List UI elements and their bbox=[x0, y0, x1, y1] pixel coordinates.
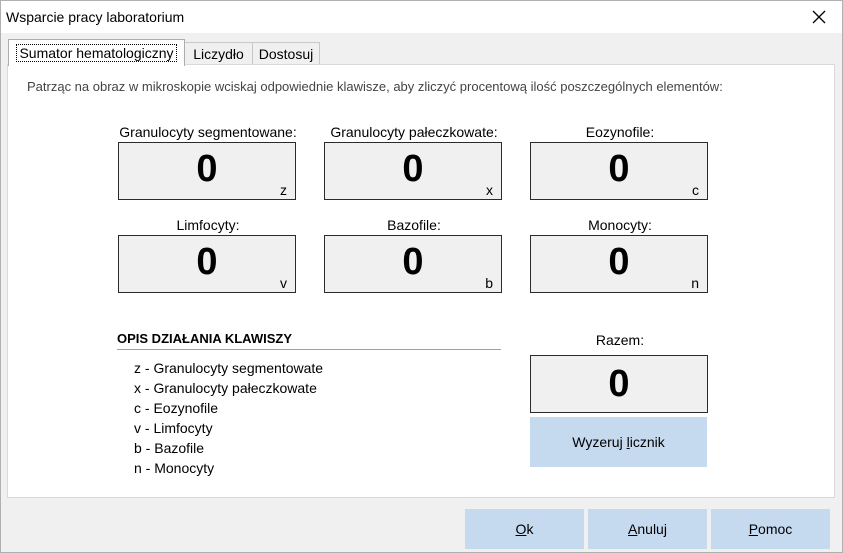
ok-button[interactable]: Ok bbox=[465, 509, 584, 549]
counter-value: 0 bbox=[608, 241, 630, 283]
counter-label-granulocyty-paleczkowate: Granulocyty pałeczkowate: bbox=[330, 124, 498, 140]
counter-key: x bbox=[486, 182, 493, 198]
total-label: Razem: bbox=[595, 332, 645, 348]
close-icon bbox=[812, 10, 826, 24]
legend-list: z - Granulocyty segmentowate x - Granulo… bbox=[134, 358, 323, 478]
counter-value: 0 bbox=[608, 148, 630, 190]
dialog-window: Wsparcie pracy laboratorium Sumator hema… bbox=[0, 0, 843, 553]
tab-label: Dostosuj bbox=[258, 45, 314, 62]
button-label: Wyzeruj bbox=[572, 434, 627, 450]
counter-key: v bbox=[280, 275, 287, 291]
counter-value: 0 bbox=[402, 241, 424, 283]
counter-key: z bbox=[280, 182, 287, 198]
button-label-accesskey: P bbox=[748, 521, 759, 537]
counter-label-monocyty: Monocyty: bbox=[588, 217, 652, 233]
legend-item: c - Eozynofile bbox=[134, 400, 219, 416]
cancel-button[interactable]: Anuluj bbox=[588, 509, 707, 549]
legend-item: z - Granulocyty segmentowate bbox=[134, 360, 324, 376]
counter-granulocyty-paleczkowate: 0 x bbox=[324, 142, 502, 200]
total-counter: 0 bbox=[530, 355, 708, 413]
title-bar: Wsparcie pracy laboratorium bbox=[1, 1, 842, 33]
counter-value: 0 bbox=[196, 148, 218, 190]
tab-dostosuj[interactable]: Dostosuj bbox=[252, 42, 320, 64]
button-label: omoc bbox=[758, 521, 793, 537]
counter-value: 0 bbox=[402, 148, 424, 190]
tab-liczydlo[interactable]: Liczydło bbox=[184, 42, 253, 64]
total-value: 0 bbox=[608, 363, 630, 405]
counter-label-limfocyty: Limfocyty: bbox=[176, 217, 240, 233]
button-label: nuluj bbox=[637, 521, 667, 537]
legend-item: n - Monocyty bbox=[134, 460, 215, 476]
reset-counter-button[interactable]: Wyzeruj licznik bbox=[530, 417, 707, 467]
tab-sumator-hematologiczny[interactable]: Sumator hematologiczny bbox=[8, 39, 185, 66]
legend-item: x - Granulocyty pałeczkowate bbox=[134, 380, 317, 396]
button-label: icznik bbox=[629, 434, 665, 450]
tab-panel-sumator: Patrząc na obraz w mikroskopie wciskaj o… bbox=[7, 64, 835, 498]
counter-limfocyty: 0 v bbox=[118, 235, 296, 293]
help-button[interactable]: Pomoc bbox=[711, 509, 830, 549]
counter-key: b bbox=[485, 275, 493, 291]
counter-label-bazofile: Bazofile: bbox=[387, 217, 441, 233]
legend-title: OPIS DZIAŁANIA KLAWISZY bbox=[117, 331, 293, 346]
tab-label: Sumator hematologiczny bbox=[16, 44, 177, 62]
counter-key: c bbox=[692, 182, 699, 198]
button-label-accesskey: A bbox=[628, 521, 638, 537]
legend-item: b - Bazofile bbox=[134, 440, 205, 456]
button-label-accesskey: O bbox=[515, 521, 527, 537]
counter-value: 0 bbox=[196, 241, 218, 283]
legend-item: v - Limfocyty bbox=[134, 420, 213, 436]
tab-label: Liczydło bbox=[193, 45, 244, 62]
counter-eozynofile: 0 c bbox=[530, 142, 708, 200]
legend-divider bbox=[117, 349, 501, 350]
counter-monocyty: 0 n bbox=[530, 235, 708, 293]
counter-label-granulocyty-segmentowane: Granulocyty segmentowane: bbox=[119, 124, 297, 140]
button-label: k bbox=[526, 521, 534, 537]
counter-granulocyty-segmentowane: 0 z bbox=[118, 142, 296, 200]
counter-bazofile: 0 b bbox=[324, 235, 502, 293]
window-title: Wsparcie pracy laboratorium bbox=[6, 9, 185, 25]
close-button[interactable] bbox=[796, 1, 842, 33]
counter-label-eozynofile: Eozynofile: bbox=[585, 124, 655, 140]
instruction-text: Patrząc na obraz w mikroskopie wciskaj o… bbox=[27, 79, 723, 94]
counter-key: n bbox=[691, 275, 699, 291]
